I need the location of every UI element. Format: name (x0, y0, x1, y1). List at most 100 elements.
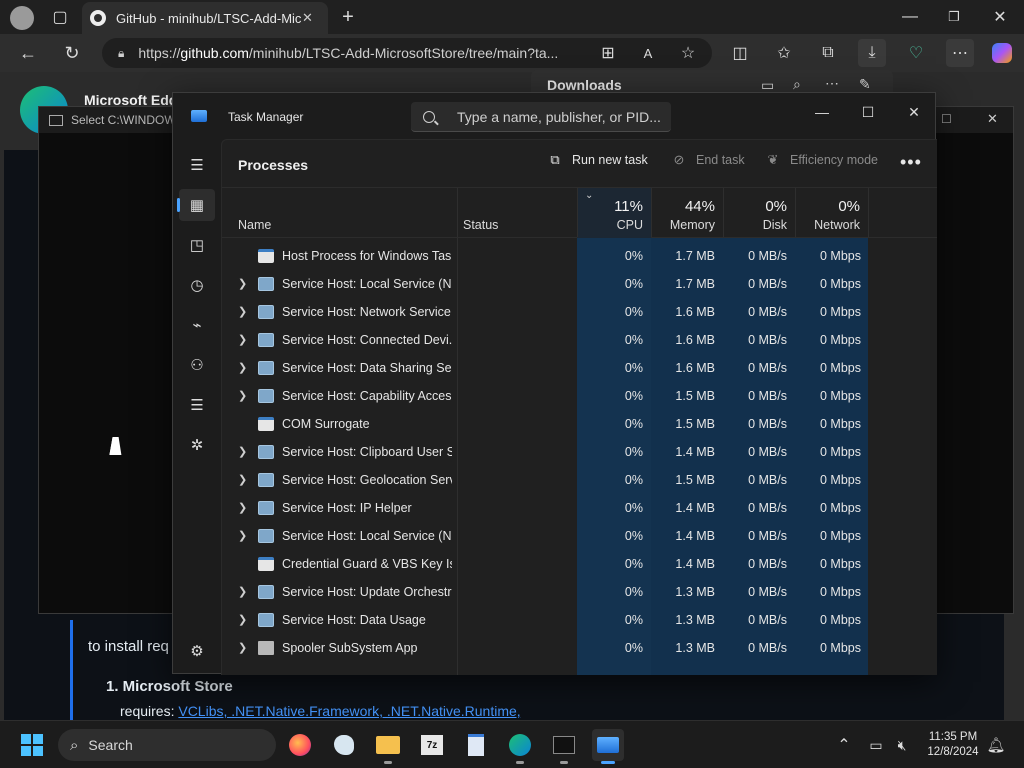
expand-chevron-icon[interactable]: ❯ (238, 578, 250, 606)
column-disk[interactable]: 0% Disk (723, 188, 795, 238)
column-status[interactable]: Status (447, 188, 567, 238)
expand-chevron-icon[interactable]: ❯ (238, 494, 250, 522)
run-new-task-button[interactable]: ⧉ Run new task (548, 152, 647, 167)
table-row[interactable]: ❯ Service Host: Capability Acces... 0% 1.5 … (222, 382, 937, 410)
copilot-icon[interactable] (988, 39, 1016, 67)
settings-more-icon[interactable]: ⋯ (946, 39, 974, 67)
table-row[interactable]: ❯ Service Host: Network Service 0% 1.6 MB 0 … (222, 298, 937, 326)
console-maximize-icon[interactable]: ☐ (941, 112, 952, 126)
table-row[interactable]: ❯ Service Host: Connected Devi... 0% 1.6 MB… (222, 326, 937, 354)
minimize-icon[interactable]: — (799, 97, 845, 127)
expand-chevron-icon[interactable]: ❯ (238, 270, 250, 298)
file-explorer-icon[interactable] (372, 729, 404, 764)
nav-details-icon[interactable]: ☰ (179, 389, 215, 421)
nav-users-icon[interactable]: ⚇ (179, 349, 215, 381)
expand-chevron-icon[interactable]: ❯ (238, 466, 250, 494)
column-cpu[interactable]: ⌄ 11% CPU (577, 188, 651, 238)
process-memory: 1.6 MB (675, 333, 715, 347)
edge-icon[interactable] (504, 729, 536, 764)
table-row[interactable]: ❯ Service Host: Geolocation Serv... 0% 1.5 … (222, 466, 937, 494)
column-name[interactable]: Name (222, 188, 457, 238)
requires-links[interactable]: VCLibs, .NET.Native.Framework, .NET.Nati… (178, 703, 520, 719)
hamburger-menu-icon[interactable]: ☰ (179, 149, 215, 181)
minimize-icon[interactable]: — (896, 3, 924, 31)
collections-icon[interactable]: ⧉ (814, 39, 842, 67)
tab-actions-icon[interactable]: ▢ (46, 3, 74, 31)
process-network: 0 Mbps (820, 557, 861, 571)
nav-startup-apps-icon[interactable]: ⌁ (179, 309, 215, 341)
downloads-icon[interactable]: ⤓ (858, 39, 886, 67)
table-row[interactable]: ❯ Service Host: Update Orchestr... 0% 1.3 M… (222, 578, 937, 606)
console-close-icon[interactable]: ✕ (987, 111, 998, 127)
notification-bell-icon[interactable]: 🔔︎ (982, 731, 1010, 759)
table-row[interactable]: ❯ Service Host: Data Sharing Ser... 0% 1.6 … (222, 354, 937, 382)
table-row[interactable]: ❯ Spooler SubSystem App 0% 1.3 MB 0 MB/s 0 Mb… (222, 634, 937, 662)
profile-avatar[interactable] (10, 6, 34, 30)
close-icon[interactable]: ✕ (986, 3, 1014, 31)
table-row[interactable]: Credential Guard & VBS Key Is... 0% 1.4 MB… (222, 550, 937, 578)
nav-services-icon[interactable]: ✲ (179, 429, 215, 461)
process-search-input[interactable]: Type a name, publisher, or PID... (411, 102, 671, 132)
search-downloads-icon[interactable]: ⌕ (793, 76, 801, 93)
nav-performance-icon[interactable]: ◳ (179, 229, 215, 261)
table-row[interactable]: ❯ Service Host: Local Service (N... 0% 1.4 … (222, 522, 937, 550)
nav-app-history-icon[interactable]: ◷ (179, 269, 215, 301)
close-tab-icon[interactable]: ✕ (302, 10, 313, 26)
firefox-icon[interactable] (284, 729, 316, 761)
table-row[interactable]: ❯ Service Host: Clipboard User S... 0% 1.4 … (222, 438, 937, 466)
end-task-button[interactable]: ⊘ End task (672, 152, 745, 167)
maximize-icon[interactable]: ☐ (845, 97, 891, 127)
app-available-icon[interactable]: ⊞ (594, 39, 622, 67)
network-total: 0% (838, 198, 860, 215)
expand-chevron-icon[interactable]: ❯ (238, 354, 250, 382)
process-network: 0 Mbps (820, 473, 861, 487)
tab-github[interactable]: GitHub - minihub/LTSC-Add-Micr ✕ (82, 2, 328, 34)
taskbar-search-input[interactable]: ⌕ Search (58, 729, 276, 761)
table-row[interactable]: ❯ Service Host: Local Service (N... 0% 1.7 … (222, 270, 937, 298)
more-options-button[interactable]: ••• (900, 152, 922, 173)
expand-chevron-icon[interactable]: ❯ (238, 326, 250, 354)
table-row[interactable]: COM Surrogate 0% 1.5 MB 0 MB/s 0 Mbps (222, 410, 937, 438)
new-tab-icon[interactable]: + (334, 3, 362, 31)
terminal-icon[interactable] (548, 729, 580, 764)
back-icon[interactable]: ← (14, 39, 42, 67)
volume-muted-icon[interactable]: 🔇︎ (888, 731, 916, 759)
nav-settings-icon[interactable]: ⚙ (179, 635, 215, 667)
pin-icon[interactable]: ✎ (859, 76, 871, 93)
more-options-icon[interactable]: ⋯ (825, 75, 839, 92)
favorite-star-icon[interactable]: ☆ (674, 39, 702, 67)
expand-chevron-icon[interactable]: ❯ (238, 634, 250, 662)
7zip-icon[interactable]: 7z (416, 729, 448, 761)
show-hidden-icons-chevron[interactable]: ⌃ (830, 731, 858, 759)
start-button[interactable] (16, 729, 48, 761)
expand-chevron-icon[interactable]: ❯ (238, 382, 250, 410)
expand-chevron-icon[interactable]: ❯ (238, 522, 250, 550)
task-manager-title: Task Manager (228, 110, 304, 124)
expand-chevron-icon[interactable]: ❯ (238, 298, 250, 326)
network-icon[interactable]: ▭ (862, 731, 890, 759)
expand-chevron-icon[interactable]: ❯ (238, 606, 250, 634)
read-aloud-icon[interactable]: A (634, 39, 662, 67)
table-row[interactable]: ❯ Service Host: IP Helper 0% 1.4 MB 0 MB/s 0 … (222, 494, 937, 522)
restore-icon[interactable]: ❐ (940, 3, 968, 31)
split-screen-icon[interactable]: ◫ (726, 39, 754, 67)
efficiency-mode-button[interactable]: ❦ Efficiency mode (766, 152, 878, 167)
column-memory[interactable]: 44% Memory (651, 188, 723, 238)
favorites-icon[interactable]: ✩ (770, 39, 798, 67)
process-cpu: 0% (624, 389, 643, 403)
column-status-label: Status (463, 218, 499, 232)
task-manager-taskbar-icon[interactable] (592, 729, 624, 764)
notepad-icon[interactable] (460, 729, 492, 761)
system-clock[interactable]: 11:35 PM 12/8/2024 (922, 730, 984, 760)
process-network: 0 Mbps (820, 333, 861, 347)
process-network: 0 Mbps (820, 445, 861, 459)
table-row[interactable]: Host Process for Windows Tasks 0% 1.7 MB 0 … (222, 242, 937, 270)
browser-essentials-icon[interactable]: ♡ (902, 39, 930, 67)
close-icon[interactable]: ✕ (891, 97, 937, 127)
paint-icon[interactable] (328, 729, 360, 761)
column-network[interactable]: 0% Network (795, 188, 868, 238)
refresh-icon[interactable]: ↻ (58, 39, 86, 67)
nav-processes-icon[interactable]: ▦ (177, 189, 215, 221)
table-row[interactable]: ❯ Service Host: Data Usage 0% 1.3 MB 0 MB/s 0… (222, 606, 937, 634)
expand-chevron-icon[interactable]: ❯ (238, 438, 250, 466)
